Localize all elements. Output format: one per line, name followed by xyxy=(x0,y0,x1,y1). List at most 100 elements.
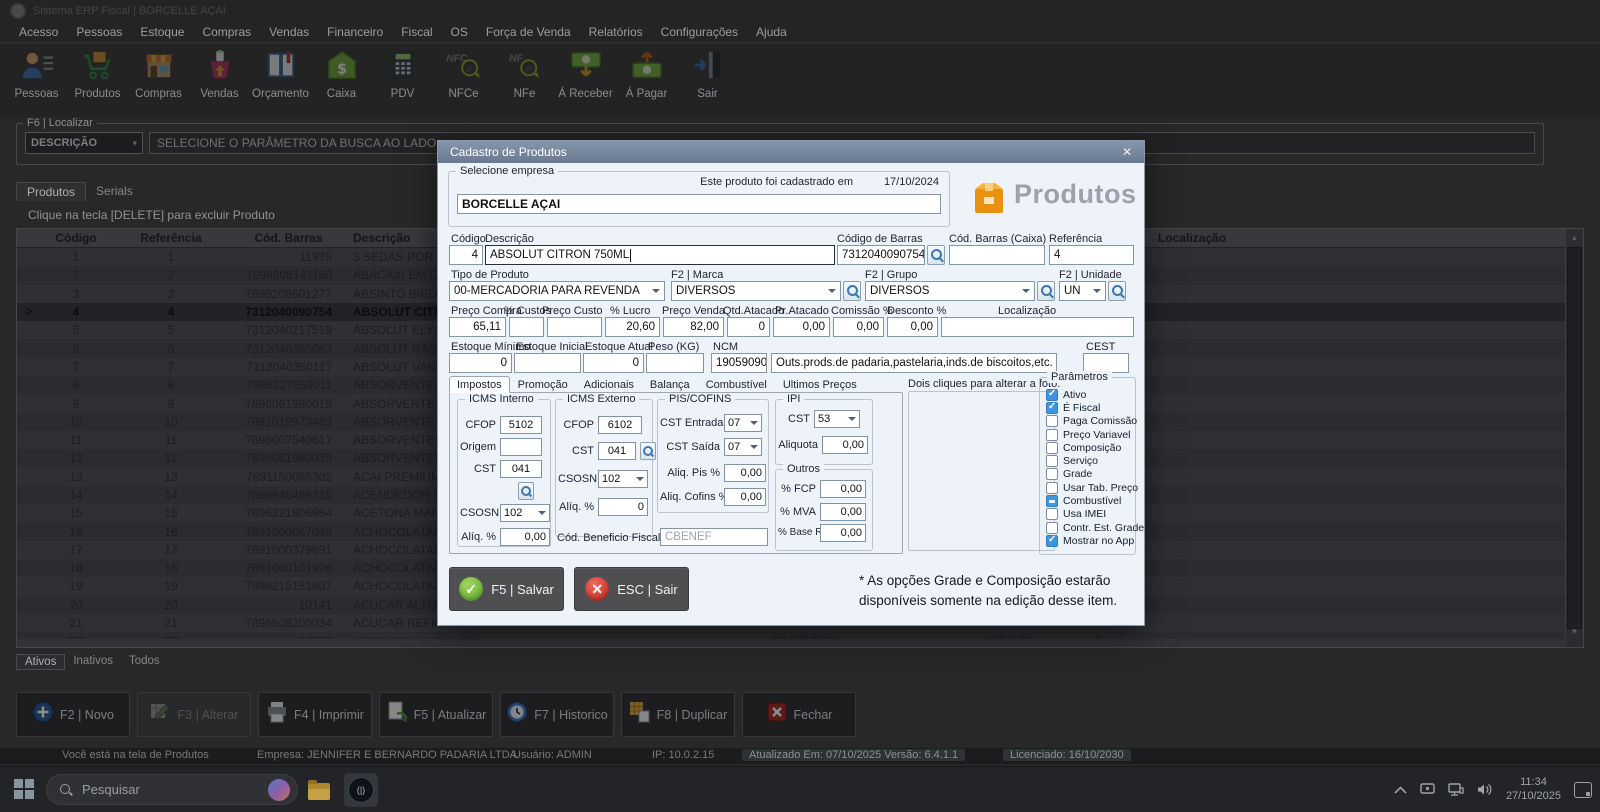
menu-item-fiscal[interactable]: Fiscal xyxy=(392,23,441,41)
volume-icon[interactable] xyxy=(1477,783,1493,796)
caixa-input[interactable] xyxy=(949,245,1045,265)
codigo-input[interactable]: 4 xyxy=(449,245,483,265)
cst-saida-select[interactable]: 07 xyxy=(724,438,762,456)
checkbox-unchecked-icon[interactable] xyxy=(1046,482,1058,494)
param-usar-tab-preco[interactable]: Usar Tab. Preço xyxy=(1046,481,1133,494)
action-button-f7-historico[interactable]: F7 | Historico xyxy=(500,692,614,737)
icms-int-aliq-input[interactable]: 0,00 xyxy=(500,528,550,546)
file-explorer-icon[interactable] xyxy=(302,773,336,807)
preco-custo-input[interactable] xyxy=(547,317,602,337)
toolbar-button-caixa[interactable]: $Caixa xyxy=(311,50,372,100)
network-icon[interactable] xyxy=(1448,783,1464,796)
unidade-select[interactable]: UN xyxy=(1059,281,1106,301)
toolbar-button-a-receber[interactable]: Á Receber xyxy=(555,50,616,100)
toolbar-button-vendas[interactable]: Vendas xyxy=(189,50,250,100)
icms-int-csosn-select[interactable]: 102 xyxy=(500,504,550,522)
ncm-input[interactable]: 19059090 xyxy=(711,353,767,373)
menu-item-pessoas[interactable]: Pessoas xyxy=(67,23,131,41)
checkbox-unchecked-icon[interactable] xyxy=(1046,455,1058,467)
cst-search-icon[interactable] xyxy=(640,442,656,460)
locate-filter-select[interactable]: DESCRIÇÃO ▾ xyxy=(25,132,143,154)
dialog-tab-impostos[interactable]: Impostos xyxy=(449,376,510,393)
ipi-cst-select[interactable]: 53 xyxy=(814,410,860,428)
column-header-localizacao[interactable]: Localização xyxy=(1151,229,1566,247)
filter-tab-inativos[interactable]: Inativos xyxy=(65,654,121,670)
erp-app-icon[interactable]: (|) xyxy=(344,773,378,807)
param-mostrar-no-app[interactable]: Mostrar no App xyxy=(1046,534,1133,547)
icms-ext-cst-input[interactable]: 041 xyxy=(598,442,636,460)
menu-item-configuracoes[interactable]: Configurações xyxy=(652,23,747,41)
tab-serials[interactable]: Serials xyxy=(86,182,143,201)
close-icon[interactable]: ✕ xyxy=(1118,144,1136,160)
action-button-f8-duplicar[interactable]: F8 | Duplicar xyxy=(621,692,735,737)
preco-compra-input[interactable]: 65,11 xyxy=(449,317,506,337)
peso-input[interactable] xyxy=(646,353,704,373)
param-preco-variavel[interactable]: Preço Variavel xyxy=(1046,428,1133,441)
device-icon[interactable] xyxy=(1420,783,1435,796)
toolbar-button-nfe[interactable]: NFeNFe xyxy=(494,50,555,100)
tray-expand-icon[interactable] xyxy=(1394,786,1407,794)
horizontal-scrollbar[interactable] xyxy=(17,639,1566,647)
icms-int-cfop-input[interactable]: 5102 xyxy=(500,416,542,434)
exit-button[interactable]: ✕ ESC | Sair xyxy=(574,567,689,611)
toolbar-button-pessoas[interactable]: Pessoas xyxy=(6,50,67,100)
grupo-select[interactable]: DIVERSOS xyxy=(865,281,1035,301)
action-button-f2-novo[interactable]: F2 | Novo xyxy=(16,692,130,737)
dialog-tab-promocao[interactable]: Promoção xyxy=(510,376,576,393)
desconto-input[interactable]: 0,00 xyxy=(887,317,938,337)
icms-int-cst-input[interactable]: 041 xyxy=(500,460,542,478)
marca-select[interactable]: DIVERSOS xyxy=(671,281,841,301)
lucro-input[interactable]: 20,60 xyxy=(605,317,660,337)
dialog-tab-ultimos-precos[interactable]: Ultimos Preços xyxy=(775,376,865,393)
unidade-search-icon[interactable] xyxy=(1108,281,1126,301)
checkbox-indeterminate-icon[interactable] xyxy=(1046,495,1058,507)
referencia-input[interactable]: 4 xyxy=(1049,245,1134,265)
checkbox-unchecked-icon[interactable] xyxy=(1046,429,1058,441)
beneficio-input[interactable]: CBENEF xyxy=(660,528,768,546)
company-input[interactable]: BORCELLE AÇAI xyxy=(457,194,941,214)
checkbox-unchecked-icon[interactable] xyxy=(1046,415,1058,427)
menu-item-ajuda[interactable]: Ajuda xyxy=(747,23,796,41)
menu-item-os[interactable]: OS xyxy=(442,23,477,41)
custos-input[interactable] xyxy=(509,317,544,337)
cst-entrada-select[interactable]: 07 xyxy=(724,414,762,432)
param-usa-imei[interactable]: Usa IMEI xyxy=(1046,508,1133,521)
fcp-input[interactable]: 0,00 xyxy=(820,480,866,498)
product-photo[interactable] xyxy=(908,391,1055,551)
toolbar-button-compras[interactable]: Compras xyxy=(128,50,189,100)
pr-atacado-input[interactable]: 0,00 xyxy=(773,317,830,337)
dialog-tab-combustivel[interactable]: Combustível xyxy=(698,376,775,393)
column-header-referencia[interactable]: Referência xyxy=(111,229,231,247)
barras-search-icon[interactable] xyxy=(927,245,945,265)
toolbar-button-nfce[interactable]: NFCeNFCe xyxy=(433,50,494,100)
estoque-inicial-input[interactable] xyxy=(514,353,581,373)
column-header-cod-barras[interactable]: Cód. Barras xyxy=(231,229,346,247)
menu-item-financeiro[interactable]: Financeiro xyxy=(318,23,392,41)
param-ativo[interactable]: Ativo xyxy=(1046,388,1133,401)
base-reduzida-input[interactable]: 0,00 xyxy=(820,524,866,542)
mva-input[interactable]: 0,00 xyxy=(820,503,866,521)
taskbar-search[interactable]: Pesquisar xyxy=(46,774,298,805)
ncm-select[interactable]: Outs.prods.de padaria,pastelaria,inds.de… xyxy=(771,353,1057,373)
cst-search-icon[interactable] xyxy=(518,482,534,500)
descricao-input[interactable]: ABSOLUT CITRON 750ML xyxy=(485,245,835,265)
column-header-codigo[interactable]: Código xyxy=(41,229,111,247)
ipi-aliquota-input[interactable]: 0,00 xyxy=(822,436,868,454)
marca-search-icon[interactable] xyxy=(843,281,861,301)
action-button-f4-imprimir[interactable]: F4 | Imprimir xyxy=(258,692,372,737)
aliq-pis-input[interactable]: 0,00 xyxy=(724,464,766,482)
checkbox-unchecked-icon[interactable] xyxy=(1046,442,1058,454)
filter-tab-ativos[interactable]: Ativos xyxy=(16,654,65,670)
checkbox-checked-icon[interactable] xyxy=(1046,535,1058,547)
checkbox-unchecked-icon[interactable] xyxy=(1046,508,1058,520)
toolbar-button-sair[interactable]: Sair xyxy=(677,50,738,100)
param-e-fiscal[interactable]: É Fiscal xyxy=(1046,401,1133,414)
param-combustivel[interactable]: Combustível xyxy=(1046,494,1133,507)
localizacao-input[interactable] xyxy=(941,317,1134,337)
icms-ext-cfop-input[interactable]: 6102 xyxy=(598,416,642,434)
menu-item-forca-de-venda[interactable]: Força de Venda xyxy=(477,23,580,41)
toolbar-button-pdv[interactable]: PDV xyxy=(372,50,433,100)
tab-produtos[interactable]: Produtos xyxy=(16,182,86,201)
qtd-atacado-input[interactable]: 0 xyxy=(727,317,770,337)
param-servico[interactable]: Serviço xyxy=(1046,454,1133,467)
